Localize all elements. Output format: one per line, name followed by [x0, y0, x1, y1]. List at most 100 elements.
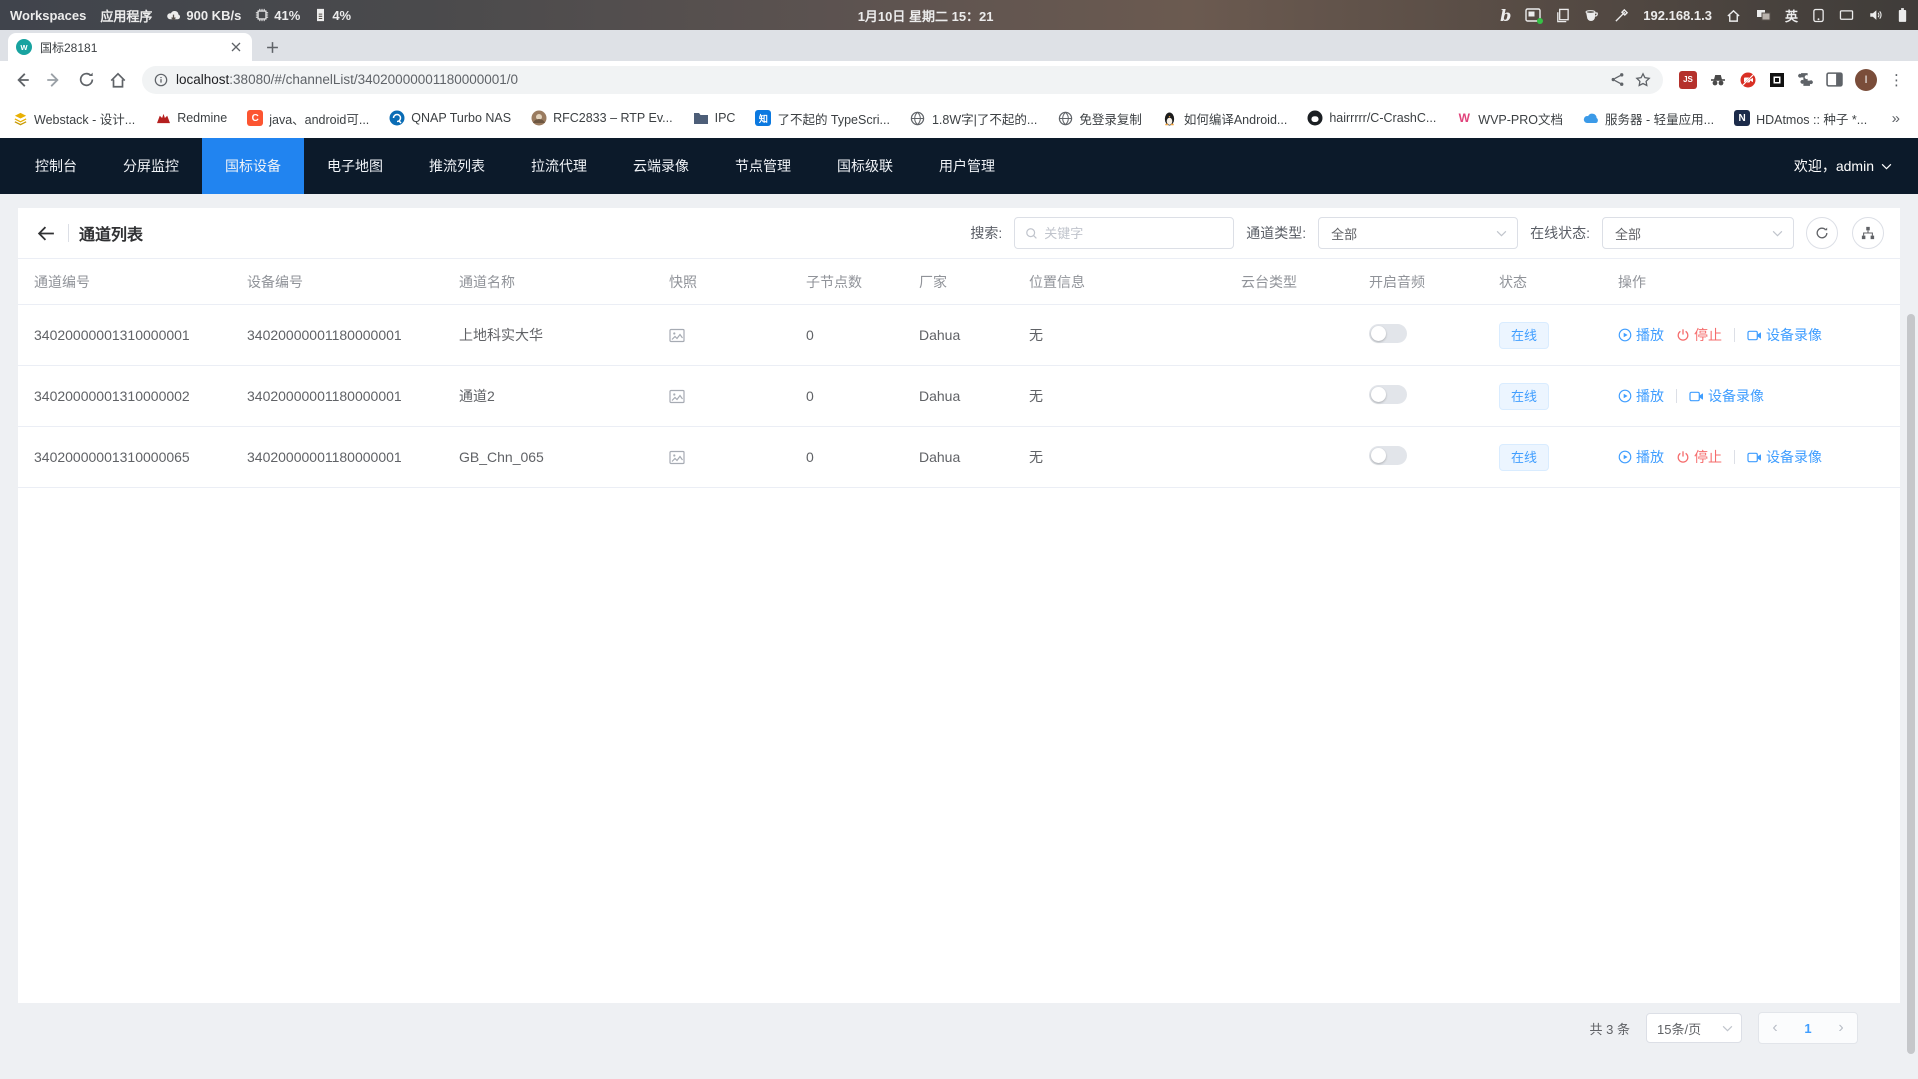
bookmark-cloud-server[interactable]: 服务器 - 轻量应用...	[1583, 109, 1714, 128]
reload-button[interactable]	[72, 66, 100, 94]
bookmark-webstack[interactable]: Webstack - 设计...	[12, 109, 135, 128]
vendor: Dahua	[919, 388, 1029, 404]
audio-toggle[interactable]	[1369, 324, 1407, 343]
page-back-button[interactable]	[34, 221, 58, 245]
share-icon[interactable]	[1610, 72, 1625, 87]
page-title: 通道列表	[79, 221, 143, 245]
play-button[interactable]: 播放	[1618, 325, 1664, 345]
js-extension-icon[interactable]: JS	[1679, 71, 1697, 89]
nav-item-pull-proxy[interactable]: 拉流代理	[508, 138, 610, 194]
bookmark-star-icon[interactable]	[1635, 72, 1651, 88]
home-button[interactable]	[104, 66, 132, 94]
nav-item-split-screen[interactable]: 分屏监控	[100, 138, 202, 194]
table-row[interactable]: 34020000001310000002 3402000000118000000…	[18, 366, 1900, 427]
windows-tray-icon[interactable]	[1755, 8, 1771, 22]
bing-tray-icon[interactable]: b	[1500, 6, 1511, 25]
snapshot-image-icon[interactable]	[669, 450, 806, 465]
online-status-select[interactable]: 全部	[1602, 217, 1794, 249]
browser-menu-icon[interactable]: ⋮	[1889, 71, 1904, 89]
snapshot-image-icon[interactable]	[669, 389, 806, 404]
vendor: Dahua	[919, 449, 1029, 465]
channel-id: 34020000001310000002	[34, 388, 247, 404]
nav-item-map[interactable]: 电子地图	[304, 138, 406, 194]
webpage: 控制台 分屏监控 国标设备 电子地图 推流列表 拉流代理 云端录像 节点管理 国…	[0, 138, 1918, 1079]
nav-item-node-manage[interactable]: 节点管理	[712, 138, 814, 194]
nav-item-gb-cascade[interactable]: 国标级联	[814, 138, 916, 194]
page-info-icon[interactable]	[154, 73, 168, 87]
device-record-button[interactable]: 设备录像	[1689, 386, 1764, 406]
nav-item-push-list[interactable]: 推流列表	[406, 138, 508, 194]
clock[interactable]: 1月10日 星期二 15：21	[351, 6, 1500, 25]
user-menu[interactable]: 欢迎，admin	[1768, 138, 1918, 194]
ip-address[interactable]: 192.168.1.3	[1643, 8, 1712, 23]
dark-extension-icon[interactable]	[1769, 72, 1785, 88]
play-button[interactable]: 播放	[1618, 386, 1664, 406]
coffee-tray-icon[interactable]	[1584, 8, 1600, 22]
col-actions: 操作	[1618, 272, 1900, 292]
blocker-extension-icon[interactable]	[1739, 71, 1757, 89]
address-bar[interactable]: localhost:38080/#/channelList/3402000000…	[142, 66, 1663, 94]
table-row[interactable]: 34020000001310000065 3402000000118000000…	[18, 427, 1900, 488]
search-input[interactable]	[1044, 226, 1223, 241]
play-button[interactable]: 播放	[1618, 447, 1664, 467]
home-tray-icon[interactable]	[1726, 8, 1741, 23]
bookmark-rfc2833[interactable]: RFC2833 – RTP Ev...	[531, 110, 673, 126]
bookmark-article[interactable]: 1.8W字|了不起的...	[910, 109, 1037, 128]
battery-icon[interactable]	[1897, 7, 1908, 23]
table-row[interactable]: 34020000001310000001 3402000000118000000…	[18, 305, 1900, 366]
page-size-select[interactable]: 15条/页	[1646, 1013, 1742, 1043]
bookmark-hdatmos[interactable]: NHDAtmos :: 种子 *...	[1734, 109, 1867, 128]
device-record-button[interactable]: 设备录像	[1747, 447, 1822, 467]
profile-avatar[interactable]: I	[1855, 69, 1877, 91]
forward-button[interactable]	[40, 66, 68, 94]
next-page-button[interactable]: ›	[1838, 1019, 1843, 1037]
nav-item-gb-device[interactable]: 国标设备	[202, 138, 304, 194]
search-box[interactable]	[1014, 217, 1234, 249]
bookmarks-overflow-chevron[interactable]: »	[1892, 110, 1906, 127]
page-scrollbar[interactable]	[1907, 314, 1915, 1054]
bookmark-redmine[interactable]: Redmine	[155, 110, 227, 126]
pager: ‹ 1 ›	[1758, 1012, 1858, 1044]
clipboard-tray-icon[interactable]	[1555, 8, 1570, 23]
incognito-extension-icon[interactable]	[1709, 72, 1727, 88]
tree-view-button[interactable]	[1852, 217, 1884, 249]
current-page[interactable]: 1	[1804, 1021, 1811, 1036]
bookmark-android-build[interactable]: 如何编译Android...	[1162, 109, 1288, 128]
nav-item-user-manage[interactable]: 用户管理	[916, 138, 1018, 194]
workspaces-button[interactable]: Workspaces	[10, 8, 86, 23]
action-divider	[1676, 389, 1677, 403]
volume-icon[interactable]	[1868, 8, 1883, 22]
stop-button[interactable]: 停止	[1676, 325, 1722, 345]
bookmark-csdn[interactable]: Cjava、android可...	[247, 109, 369, 128]
audio-toggle[interactable]	[1369, 446, 1407, 465]
tab-close-icon[interactable]	[228, 39, 244, 55]
back-button[interactable]	[8, 66, 36, 94]
bookmark-zhihu-typescript[interactable]: 知了不起的 TypeScri...	[755, 109, 890, 128]
stop-button[interactable]: 停止	[1676, 447, 1722, 467]
device-record-button[interactable]: 设备录像	[1747, 325, 1822, 345]
bookmark-copy-tool[interactable]: 免登录复制	[1057, 109, 1142, 128]
display-icon[interactable]	[1839, 9, 1854, 22]
bookmark-qnap[interactable]: QNAP Turbo NAS	[389, 110, 511, 126]
snapshot-image-icon[interactable]	[669, 328, 806, 343]
side-panel-icon[interactable]	[1826, 72, 1843, 87]
screenshot-tray-icon[interactable]	[1525, 8, 1541, 22]
applications-button[interactable]: 应用程序	[100, 6, 152, 25]
new-tab-button[interactable]	[258, 33, 286, 61]
color-picker-tray-icon[interactable]	[1614, 8, 1629, 23]
browser-tab[interactable]: w 国标28181	[8, 33, 252, 61]
audio-toggle[interactable]	[1369, 385, 1407, 404]
prev-page-button[interactable]: ‹	[1772, 1019, 1777, 1037]
input-method-indicator[interactable]: 英	[1785, 6, 1798, 25]
channel-type-label: 通道类型:	[1246, 223, 1306, 243]
bookmark-wvp-docs[interactable]: WWVP-PRO文档	[1456, 109, 1563, 128]
channel-type-select[interactable]: 全部	[1318, 217, 1518, 249]
phone-link-icon[interactable]	[1812, 8, 1825, 23]
qnap-icon	[389, 110, 405, 126]
bookmark-github-crash[interactable]: hairrrrr/C-CrashC...	[1307, 110, 1436, 126]
nav-item-console[interactable]: 控制台	[12, 138, 100, 194]
refresh-button[interactable]	[1806, 217, 1838, 249]
bookmark-ipc-folder[interactable]: IPC	[693, 110, 736, 126]
nav-item-cloud-record[interactable]: 云端录像	[610, 138, 712, 194]
extensions-puzzle-icon[interactable]	[1797, 71, 1814, 88]
